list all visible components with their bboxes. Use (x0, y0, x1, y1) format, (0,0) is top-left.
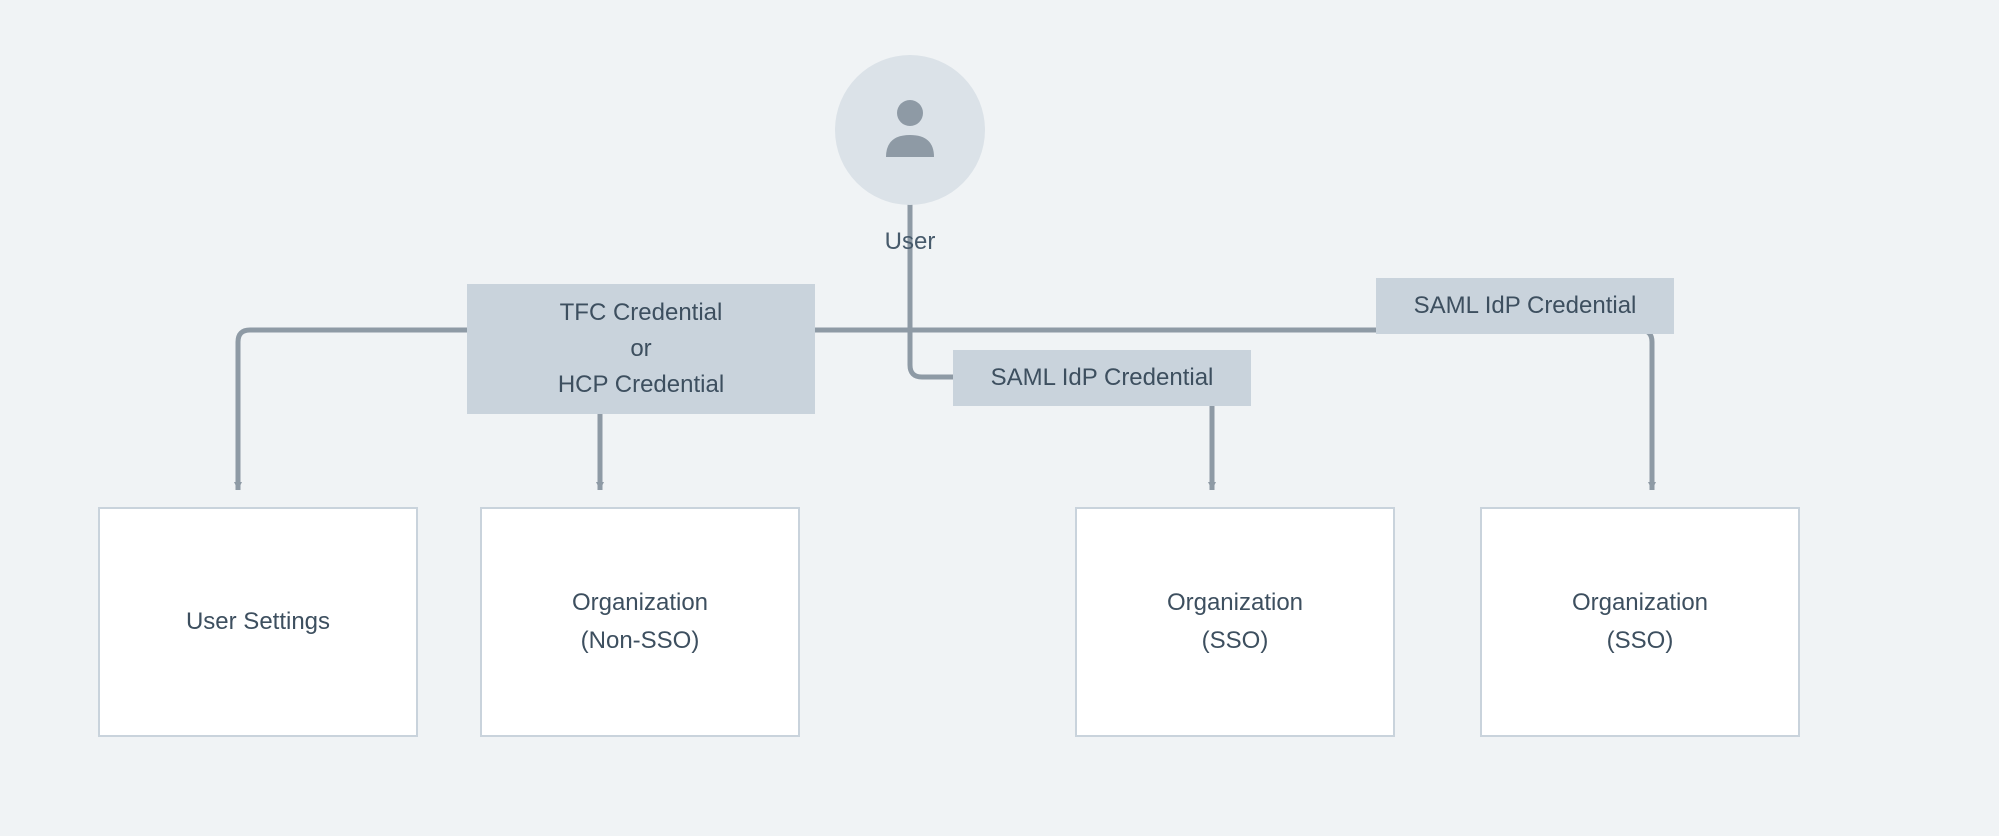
box-org-nonsso: Organization (Non-SSO) (480, 507, 800, 737)
box-user-settings: User Settings (98, 507, 418, 737)
box-org-sso-1: Organization (SSO) (1075, 507, 1395, 737)
diagram-canvas: User TFC Credential or HCP Credential SA… (0, 0, 1999, 836)
box-org-sso-2: Organization (SSO) (1480, 507, 1800, 737)
user-label: User (860, 228, 960, 256)
credential-saml-1: SAML IdP Credential (953, 350, 1251, 406)
credential-tfc-hcp: TFC Credential or HCP Credential (467, 284, 815, 414)
person-icon (880, 95, 940, 165)
credential-saml-2: SAML IdP Credential (1376, 278, 1674, 334)
user-avatar-circle (835, 55, 985, 205)
